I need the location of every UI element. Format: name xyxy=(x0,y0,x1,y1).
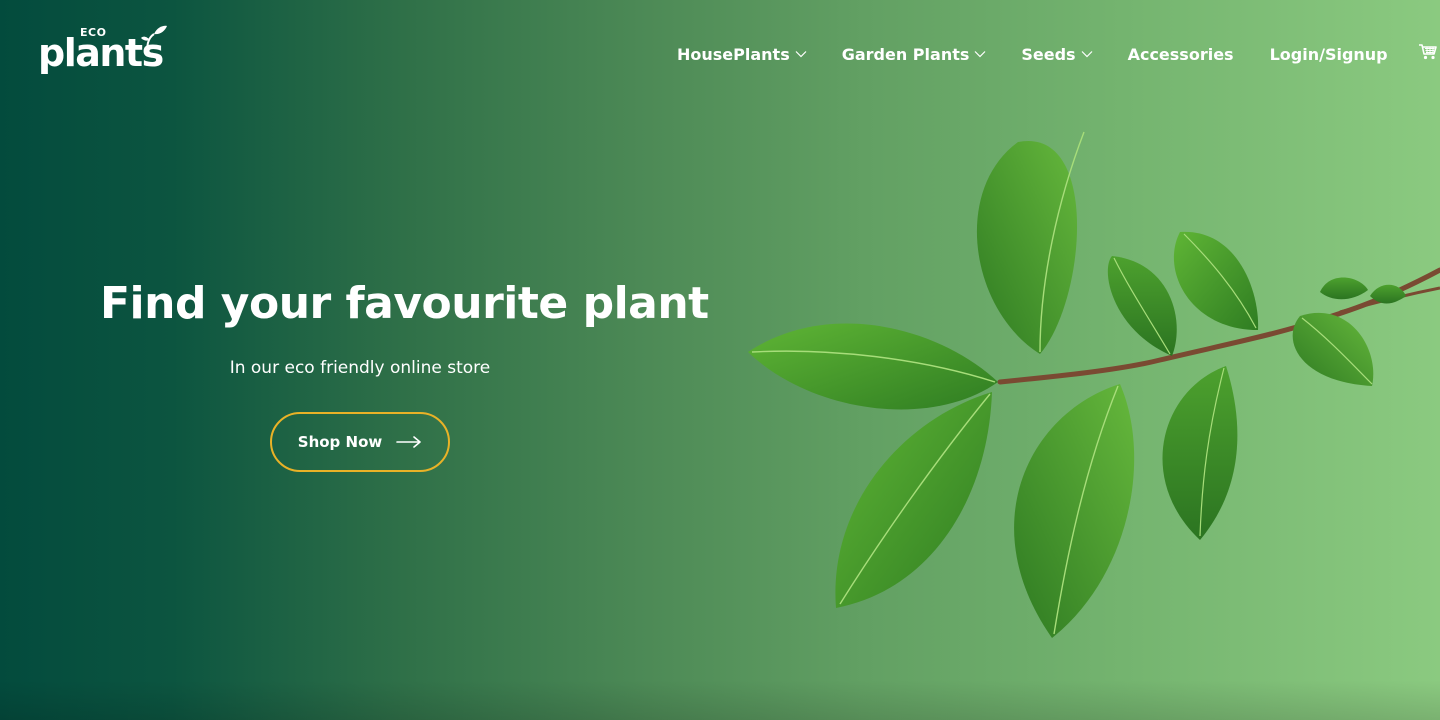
nav-item-label: HousePlants xyxy=(677,44,790,64)
shop-now-label: Shop Now xyxy=(297,433,383,451)
nav-item-garden-plants[interactable]: Garden Plants xyxy=(842,45,987,64)
nav-item-accessories[interactable]: Accessories xyxy=(1128,45,1234,64)
hero-subtitle: In our eco friendly online store xyxy=(229,358,491,378)
chevron-down-icon xyxy=(795,51,807,58)
nav-item-label: Garden Plants xyxy=(841,44,970,64)
shop-now-button[interactable]: Shop Now xyxy=(270,412,450,472)
nav-item-login-signup[interactable]: Login/Signup xyxy=(1270,45,1388,64)
eco-plants-logo[interactable]: ECO plants xyxy=(38,24,168,80)
nav-item-label: Seeds xyxy=(1021,44,1076,64)
sprout-icon xyxy=(141,25,167,57)
chevron-down-icon xyxy=(974,51,986,58)
hero-page: ECO plants HousePlants Garden Plants See… xyxy=(0,0,1440,720)
main-nav: HousePlants Garden Plants Seeds Accessor… xyxy=(677,40,1438,68)
nav-item-label: Login/Signup xyxy=(1269,44,1388,64)
nav-item-houseplants[interactable]: HousePlants xyxy=(677,45,807,64)
nav-item-seeds[interactable]: Seeds xyxy=(1021,44,1093,64)
nav-item-label: Accessories xyxy=(1127,44,1234,64)
shopping-cart-icon[interactable] xyxy=(1418,42,1438,62)
arrow-right-icon xyxy=(396,436,422,448)
leaf-branch-image xyxy=(748,131,1440,638)
chevron-down-icon xyxy=(1081,51,1093,58)
hero-title: Find your favourite plant xyxy=(100,278,709,329)
